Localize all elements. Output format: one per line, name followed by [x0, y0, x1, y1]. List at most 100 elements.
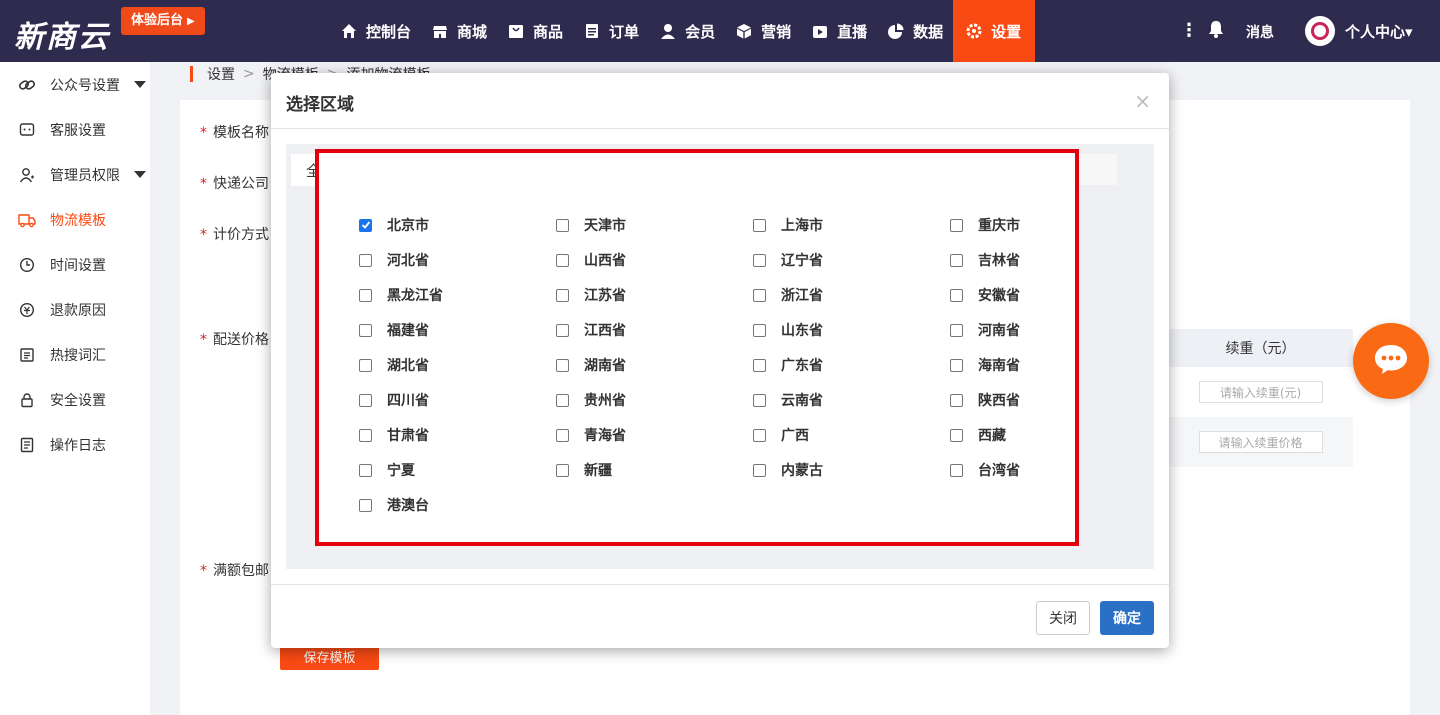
checkbox[interactable]	[556, 288, 569, 302]
more-vertical-icon[interactable]: ⋮	[1180, 20, 1198, 41]
checkbox[interactable]	[556, 393, 569, 407]
region-option[interactable]: 湖南省	[556, 355, 626, 375]
region-label: 甘肃省	[387, 428, 429, 444]
checkbox[interactable]	[359, 393, 372, 407]
brand-logo[interactable]: 新商云	[14, 12, 110, 56]
region-option[interactable]: 广东省	[753, 355, 823, 375]
region-option[interactable]: 福建省	[359, 320, 429, 340]
checkbox[interactable]	[359, 463, 372, 477]
trial-backend-button[interactable]: 体验后台 ▶	[121, 7, 205, 35]
checkbox[interactable]	[359, 358, 372, 372]
checkbox[interactable]	[950, 428, 963, 442]
renewal-price-input[interactable]: 请输入续重价格	[1198, 431, 1323, 453]
region-option[interactable]: 湖北省	[359, 355, 429, 375]
region-option[interactable]: 江西省	[556, 320, 626, 340]
region-option[interactable]: 北京市	[359, 215, 429, 235]
close-button[interactable]: 关闭	[1036, 601, 1090, 635]
nav-dashboard[interactable]: 控制台	[330, 0, 421, 62]
checkbox[interactable]	[950, 323, 963, 337]
checkbox[interactable]	[359, 428, 372, 442]
region-option[interactable]: 青海省	[556, 425, 626, 445]
bell-icon[interactable]	[1208, 20, 1224, 42]
region-option[interactable]: 天津市	[556, 215, 626, 235]
region-option[interactable]: 山西省	[556, 250, 626, 270]
checkbox[interactable]	[753, 218, 766, 232]
checkbox[interactable]	[753, 288, 766, 302]
region-option[interactable]: 安徽省	[950, 285, 1020, 305]
floating-chat-button[interactable]	[1353, 323, 1429, 399]
region-option[interactable]: 吉林省	[950, 250, 1020, 270]
checkbox[interactable]	[556, 358, 569, 372]
breadcrumb-item[interactable]: 设置	[207, 64, 235, 84]
nav-settings[interactable]: 设置	[953, 0, 1036, 62]
region-option[interactable]: 辽宁省	[753, 250, 823, 270]
checkbox[interactable]	[950, 358, 963, 372]
checkbox[interactable]	[753, 428, 766, 442]
checkbox-checked[interactable]	[359, 218, 372, 232]
region-option[interactable]: 江苏省	[556, 285, 626, 305]
checkbox[interactable]	[556, 463, 569, 477]
region-option[interactable]: 河南省	[950, 320, 1020, 340]
nav-marketing[interactable]: 营销	[725, 0, 801, 62]
checkbox[interactable]	[753, 463, 766, 477]
region-option[interactable]: 云南省	[753, 390, 823, 410]
messages-link[interactable]: 消息	[1246, 22, 1274, 42]
region-option[interactable]: 宁夏	[359, 460, 415, 480]
nav-products[interactable]: 商品	[497, 0, 573, 62]
region-option[interactable]: 内蒙古	[753, 460, 823, 480]
avatar[interactable]	[1305, 16, 1335, 46]
confirm-button[interactable]: 确定	[1100, 601, 1154, 635]
region-option[interactable]: 黑龙江省	[359, 285, 443, 305]
region-option[interactable]: 甘肃省	[359, 425, 429, 445]
region-option[interactable]: 台湾省	[950, 460, 1020, 480]
region-option[interactable]: 新疆	[556, 460, 612, 480]
user-center-menu[interactable]: 个人中心▾	[1345, 21, 1413, 42]
checkbox[interactable]	[753, 253, 766, 267]
sidebar-item-hot-search[interactable]: 热搜词汇	[0, 332, 150, 377]
checkbox[interactable]	[556, 428, 569, 442]
nav-live[interactable]: 直播	[801, 0, 877, 62]
checkbox[interactable]	[753, 358, 766, 372]
region-label: 云南省	[781, 393, 823, 409]
nav-orders[interactable]: 订单	[573, 0, 649, 62]
renewal-price-input[interactable]: 请输入续重(元)	[1198, 381, 1323, 403]
sidebar-item-time[interactable]: 时间设置	[0, 242, 150, 287]
sidebar-item-refund[interactable]: 退款原因	[0, 287, 150, 332]
nav-members[interactable]: 会员	[649, 0, 725, 62]
sidebar-item-logistics[interactable]: 物流模板	[0, 197, 150, 242]
checkbox[interactable]	[950, 463, 963, 477]
sidebar-item-customer-service[interactable]: 客服设置	[0, 107, 150, 152]
region-option[interactable]: 四川省	[359, 390, 429, 410]
nav-mall[interactable]: 商城	[421, 0, 497, 62]
checkbox[interactable]	[753, 323, 766, 337]
region-option[interactable]: 重庆市	[950, 215, 1020, 235]
region-option[interactable]: 浙江省	[753, 285, 823, 305]
region-option[interactable]: 山东省	[753, 320, 823, 340]
checkbox[interactable]	[556, 323, 569, 337]
region-option[interactable]: 贵州省	[556, 390, 626, 410]
checkbox[interactable]	[359, 323, 372, 337]
region-option[interactable]: 海南省	[950, 355, 1020, 375]
region-option[interactable]: 港澳台	[359, 495, 429, 515]
checkbox[interactable]	[556, 253, 569, 267]
region-option[interactable]: 广西	[753, 425, 809, 445]
checkbox[interactable]	[950, 253, 963, 267]
checkbox[interactable]	[950, 218, 963, 232]
sidebar-item-admin[interactable]: 管理员权限	[0, 152, 150, 197]
sidebar-item-logs[interactable]: 操作日志	[0, 422, 150, 467]
checkbox[interactable]	[950, 393, 963, 407]
checkbox[interactable]	[359, 498, 372, 512]
checkbox[interactable]	[556, 218, 569, 232]
nav-data[interactable]: 数据	[877, 0, 953, 62]
checkbox[interactable]	[950, 288, 963, 302]
sidebar-item-security[interactable]: 安全设置	[0, 377, 150, 422]
close-icon[interactable]: ×	[1134, 91, 1151, 111]
region-option[interactable]: 上海市	[753, 215, 823, 235]
region-option[interactable]: 陕西省	[950, 390, 1020, 410]
checkbox[interactable]	[359, 253, 372, 267]
sidebar-item-wechat[interactable]: 公众号设置	[0, 62, 150, 107]
region-option[interactable]: 河北省	[359, 250, 429, 270]
checkbox[interactable]	[359, 288, 372, 302]
checkbox[interactable]	[753, 393, 766, 407]
region-option[interactable]: 西藏	[950, 425, 1006, 445]
